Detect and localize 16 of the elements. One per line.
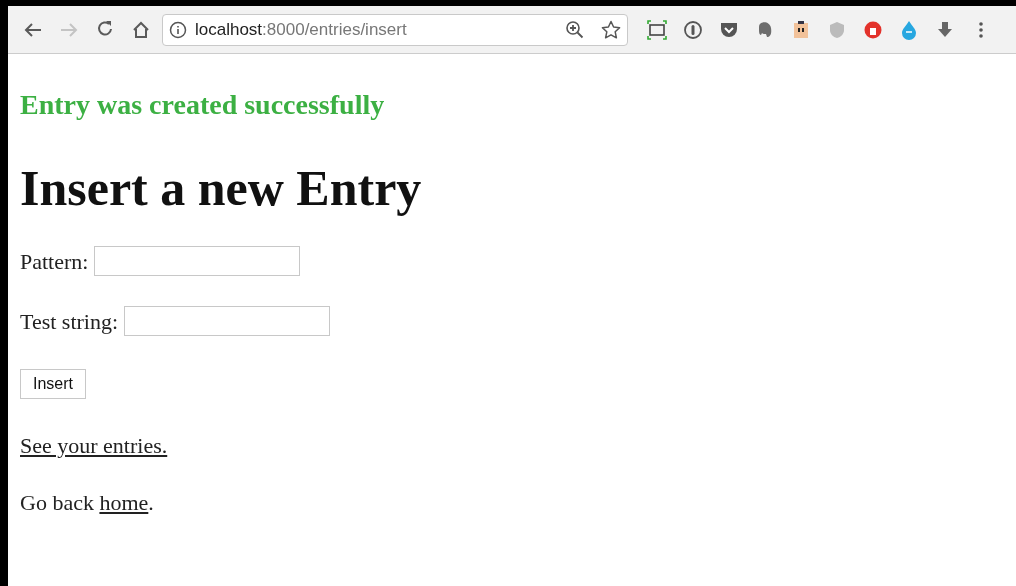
link[interactable]: home (99, 489, 149, 515)
zoom-icon[interactable] (565, 19, 585, 40)
home-icon[interactable] (131, 19, 151, 40)
info-icon (169, 20, 187, 39)
input-field[interactable] (124, 306, 331, 337)
insert-button[interactable]: Insert (20, 368, 86, 399)
sentence: Go back home. (20, 488, 155, 517)
link[interactable]: See your entries. (20, 432, 168, 458)
field-label: Pattern: (20, 247, 89, 276)
field-label: Test string: (20, 307, 119, 336)
url-text: localhost:8000/entries/insert (195, 18, 408, 41)
star-icon[interactable] (601, 19, 621, 40)
address-bar[interactable]: localhost:8000/entries/insert (162, 13, 628, 46)
success-message: Entry was created successfully (20, 88, 386, 122)
input-field[interactable] (94, 246, 301, 277)
page-heading: Insert a new Entry (20, 158, 423, 218)
